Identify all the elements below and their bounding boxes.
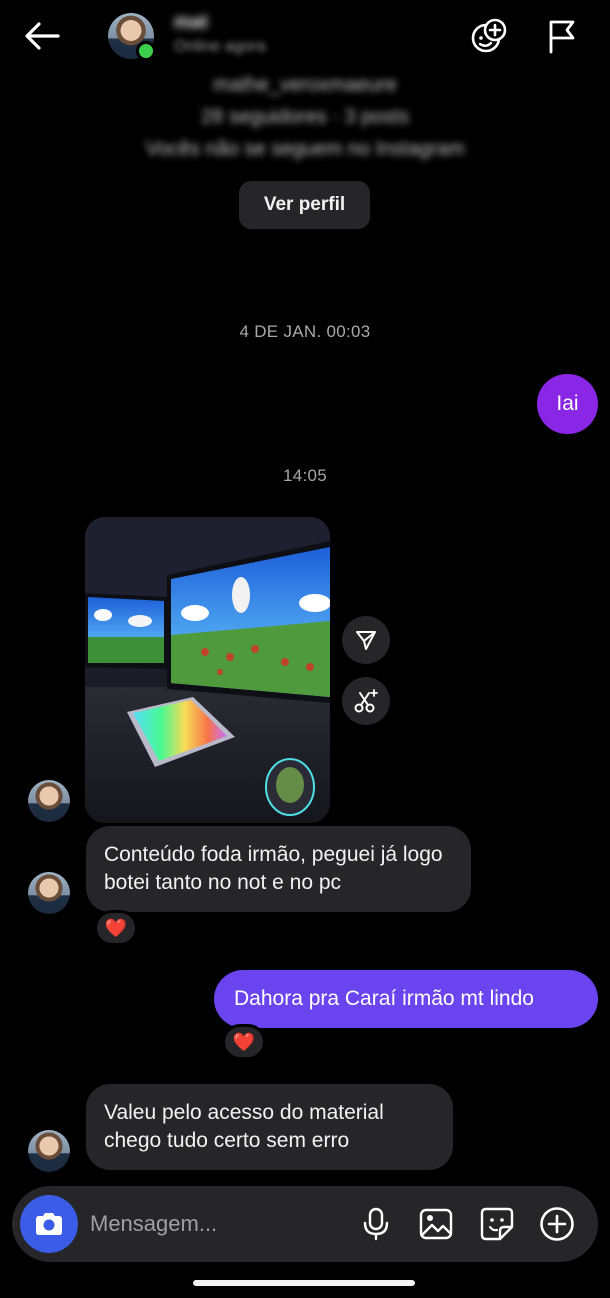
plus-circle-icon <box>540 1207 574 1241</box>
message-incoming[interactable]: Valeu pelo acesso do material chego tudo… <box>86 1084 453 1170</box>
add-effect-icon <box>471 18 507 53</box>
arrow-left-icon <box>25 22 60 50</box>
view-profile-button[interactable]: Ver perfil <box>239 181 370 229</box>
effects-button[interactable] <box>467 14 511 58</box>
share-button[interactable] <box>342 616 390 664</box>
flag-icon <box>549 20 575 54</box>
message-input[interactable] <box>90 1205 340 1243</box>
photo-message[interactable] <box>85 517 330 823</box>
remix-button[interactable] <box>342 677 390 725</box>
heart-reaction[interactable]: ❤️ <box>94 910 138 946</box>
camera-icon <box>36 1213 62 1235</box>
message-outgoing[interactable]: Dahora pra Caraí irmão mt lindo <box>214 970 598 1028</box>
sender-avatar[interactable] <box>28 872 70 914</box>
profile-stats: 28 seguidores · 3 posts <box>201 106 409 128</box>
sender-avatar[interactable] <box>28 1130 70 1172</box>
contact-status: Online agora <box>174 38 266 55</box>
sticker-icon <box>480 1207 514 1241</box>
sticker-button[interactable] <box>476 1203 518 1245</box>
profile-username: mathe_veroxmaeure <box>213 74 397 96</box>
microphone-icon <box>363 1207 389 1241</box>
setup-photo <box>85 517 330 823</box>
heart-reaction[interactable]: ❤️ <box>222 1024 266 1060</box>
voice-message-button[interactable] <box>355 1203 397 1245</box>
timestamp: 4 DE JAN. 00:03 <box>239 322 371 341</box>
online-indicator <box>136 41 156 61</box>
sender-avatar[interactable] <box>28 780 70 822</box>
more-options-button[interactable] <box>536 1203 578 1245</box>
timestamp: 14:05 <box>282 466 328 485</box>
message-outgoing[interactable]: Iai <box>537 374 598 434</box>
contact-name[interactable]: mat <box>174 12 208 34</box>
send-icon <box>356 631 376 650</box>
home-indicator[interactable] <box>193 1280 415 1286</box>
gallery-button[interactable] <box>415 1203 457 1245</box>
gallery-icon <box>419 1208 453 1240</box>
profile-relation: Vocês não se seguem no Instagram <box>145 138 465 160</box>
camera-button[interactable] <box>20 1195 78 1253</box>
report-button[interactable] <box>540 14 584 58</box>
back-button[interactable] <box>18 16 66 56</box>
scissors-sparkle-icon <box>354 689 378 713</box>
message-incoming[interactable]: Conteúdo foda irmão, peguei já logo bote… <box>86 826 471 912</box>
